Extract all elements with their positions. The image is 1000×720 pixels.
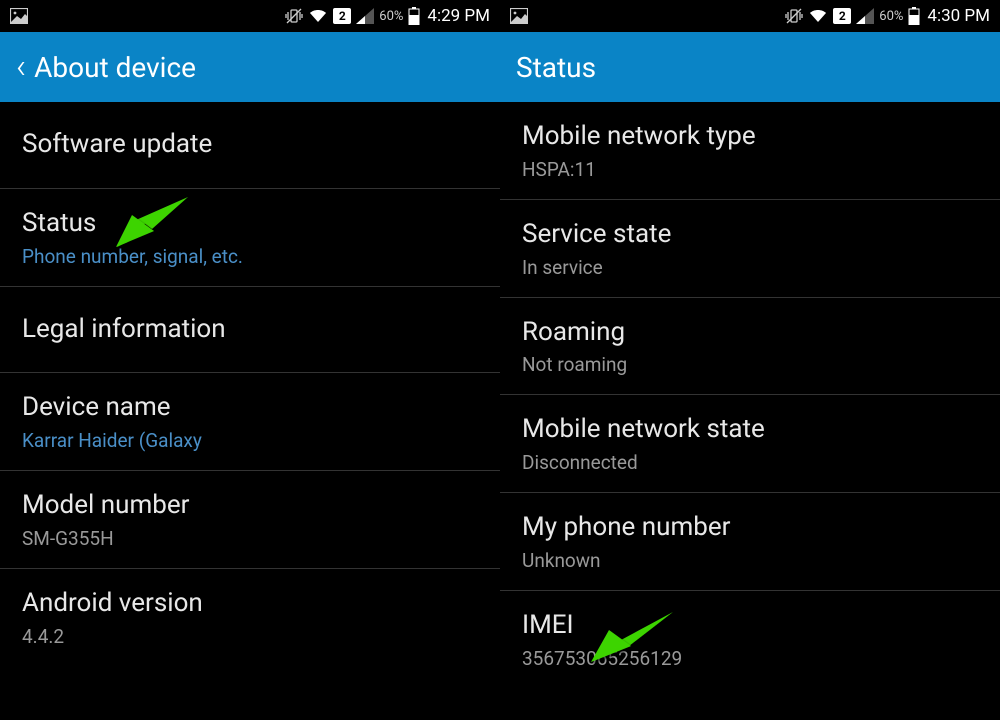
battery-percentage: 60% — [379, 9, 403, 24]
item-title: Mobile network state — [522, 413, 978, 447]
item-subtitle: Karrar Haider (Galaxy — [22, 429, 478, 452]
item-subtitle: In service — [522, 256, 978, 279]
item-title: My phone number — [522, 511, 978, 545]
item-subtitle: Phone number, signal, etc. — [22, 245, 478, 268]
clock-time: 4:29 PM — [427, 6, 490, 26]
left-panel: 2 60% 4:29 PM ‹ About device Software up… — [0, 0, 500, 720]
item-subtitle: SM-G355H — [22, 527, 478, 550]
item-subtitle: 4.4.2 — [22, 625, 478, 648]
clock-time: 4:30 PM — [927, 6, 990, 26]
vibrate-icon — [785, 8, 803, 24]
settings-list: Software update Status Phone number, sig… — [0, 102, 500, 720]
header-title: Status — [516, 51, 596, 84]
item-software-update[interactable]: Software update — [0, 102, 500, 189]
signal-icon — [856, 8, 874, 24]
signal-icon — [356, 8, 374, 24]
status-list: Mobile network type HSPA:11 Service stat… — [500, 102, 1000, 720]
item-title: Device name — [22, 391, 478, 425]
item-subtitle: Not roaming — [522, 353, 978, 376]
item-model-number[interactable]: Model number SM-G355H — [0, 471, 500, 569]
item-title: Android version — [22, 587, 478, 621]
item-subtitle: Disconnected — [522, 451, 978, 474]
item-device-name[interactable]: Device name Karrar Haider (Galaxy — [0, 373, 500, 471]
item-subtitle: Unknown — [522, 549, 978, 572]
item-title: Roaming — [522, 316, 978, 350]
battery-percentage: 60% — [879, 9, 903, 24]
status-bar: 2 60% 4:30 PM — [500, 0, 1000, 32]
item-status[interactable]: Status Phone number, signal, etc. — [0, 189, 500, 287]
item-mobile-network-type[interactable]: Mobile network type HSPA:11 — [500, 102, 1000, 200]
item-legal-information[interactable]: Legal information — [0, 287, 500, 374]
item-title: Software update — [22, 128, 478, 162]
item-title: Status — [22, 207, 478, 241]
item-subtitle: HSPA:11 — [522, 158, 978, 181]
header-title: About device — [34, 51, 196, 84]
highlight-arrow-icon — [585, 610, 675, 665]
right-panel: 2 60% 4:30 PM Status Mobile network type… — [500, 0, 1000, 720]
item-title: Service state — [522, 218, 978, 252]
item-roaming[interactable]: Roaming Not roaming — [500, 298, 1000, 396]
item-android-version[interactable]: Android version 4.4.2 — [0, 569, 500, 666]
item-title: Model number — [22, 489, 478, 523]
sim-indicator: 2 — [833, 8, 851, 24]
picture-icon — [10, 8, 28, 24]
battery-icon — [908, 7, 920, 25]
item-my-phone-number[interactable]: My phone number Unknown — [500, 493, 1000, 591]
vibrate-icon — [285, 8, 303, 24]
sim-indicator: 2 — [333, 8, 351, 24]
back-icon[interactable]: ‹ — [16, 47, 26, 87]
item-imei[interactable]: IMEI 356753065256129 — [500, 591, 1000, 688]
highlight-arrow-icon — [110, 195, 190, 250]
item-title: Legal information — [22, 313, 478, 347]
header-bar: ‹ About device — [0, 32, 500, 102]
wifi-icon — [808, 8, 828, 24]
item-title: Mobile network type — [522, 120, 978, 154]
picture-icon — [510, 8, 528, 24]
battery-icon — [408, 7, 420, 25]
item-mobile-network-state[interactable]: Mobile network state Disconnected — [500, 395, 1000, 493]
header-bar: Status — [500, 32, 1000, 102]
item-service-state[interactable]: Service state In service — [500, 200, 1000, 298]
wifi-icon — [308, 8, 328, 24]
status-bar: 2 60% 4:29 PM — [0, 0, 500, 32]
